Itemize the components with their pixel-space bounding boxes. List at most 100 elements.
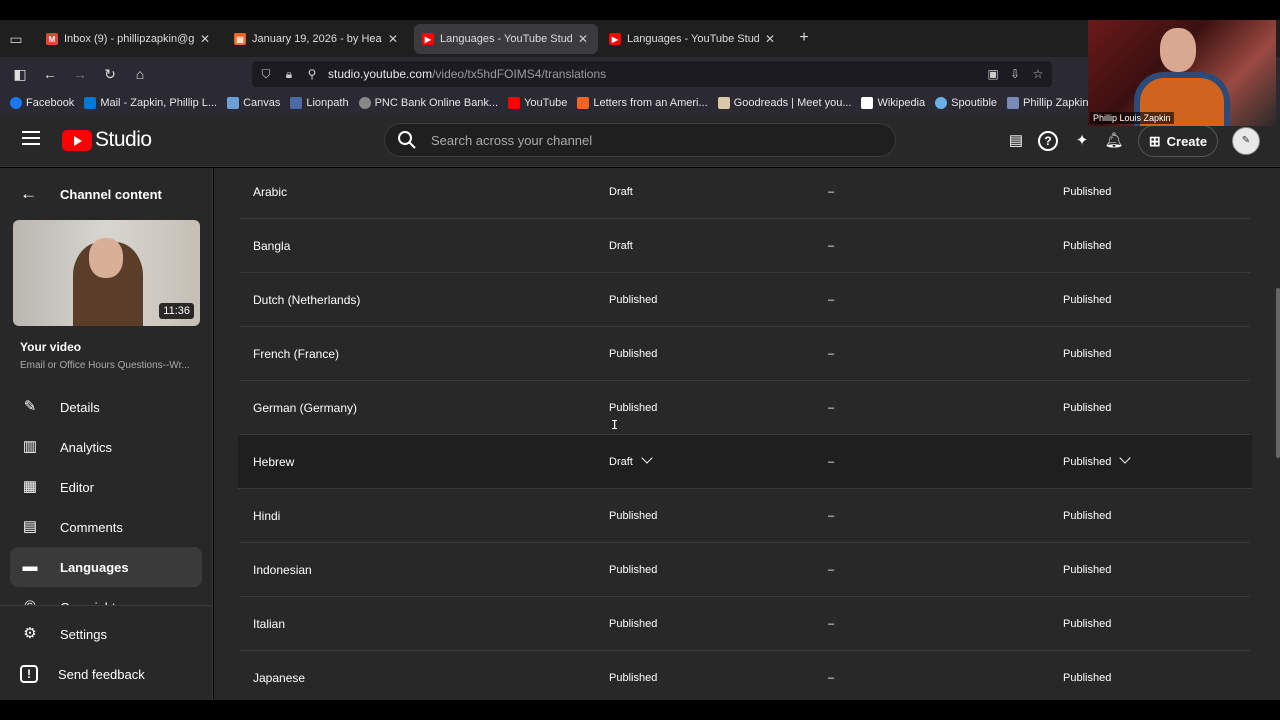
bookmark-spoutible[interactable]: Spoutible [935, 97, 997, 109]
sidebar-item-languages[interactable]: ▬ Languages [10, 547, 202, 587]
goodreads-icon [717, 97, 730, 109]
table-row[interactable]: French (France) Published – Published [240, 327, 1250, 381]
shield-icon[interactable]: ⛉ [257, 65, 275, 83]
browser-tab-gmail[interactable]: M Inbox (9) - phillipzapkin@gmail.c ✕ [38, 24, 220, 54]
help-icon[interactable]: ? [1038, 131, 1058, 151]
feedback-icon: ! [20, 665, 38, 683]
back-arrow-icon[interactable]: ← [40, 64, 60, 84]
bookmark-pnc[interactable]: PNC Bank Online Bank... [358, 97, 499, 109]
table-row[interactable]: Bangla Draft – Published [240, 219, 1250, 273]
status-text: Draft [609, 456, 633, 468]
subtitles-status[interactable]: Published [1063, 489, 1111, 543]
sidebar-item-editor[interactable]: ▦ Editor [10, 467, 202, 507]
title-description-status[interactable]: Published [609, 489, 657, 543]
title-description-status[interactable]: Published [609, 273, 657, 327]
language-name: Dutch (Netherlands) [253, 293, 361, 307]
subtitles-status[interactable]: Published [1063, 219, 1111, 273]
title-description-status[interactable]: Published [609, 543, 657, 597]
title-description-status[interactable]: Published [609, 651, 657, 700]
table-row[interactable]: Dutch (Netherlands) Published – Publishe… [240, 273, 1250, 327]
bookmark-label: Wikipedia [877, 97, 926, 109]
title-description-status[interactable]: Published [609, 597, 657, 651]
permissions-icon[interactable]: ⚲ [303, 65, 321, 83]
notifications-bell-icon[interactable]: 🔔︎ [1103, 130, 1125, 152]
tab-title: January 19, 2026 - by Heather Cox [252, 33, 382, 45]
sidebar-item-analytics[interactable]: ▥ Analytics [10, 427, 202, 467]
messages-icon[interactable]: ▤ [1005, 130, 1027, 152]
table-row[interactable]: Indonesian Published – Published [240, 543, 1250, 597]
subtitles-status[interactable]: Published [1063, 597, 1111, 651]
search-input[interactable]: Search across your channel [384, 123, 896, 157]
new-tab-icon[interactable]: + [795, 29, 813, 47]
url-domain: studio.youtube.com [328, 67, 433, 81]
subtitles-status[interactable]: Published [1063, 435, 1131, 489]
facebook-icon [10, 97, 22, 109]
studio-logo[interactable]: Studio [62, 128, 152, 152]
save-to-pocket-icon[interactable]: ⇩ [1006, 65, 1024, 83]
language-name: Hindi [253, 509, 281, 523]
bookmark-mail[interactable]: Mail - Zapkin, Phillip L... [84, 97, 217, 109]
bookmark-label: Canvas [243, 97, 281, 109]
subtitles-status[interactable]: Published [1063, 327, 1111, 381]
bookmark-label: PNC Bank Online Bank... [374, 97, 499, 109]
close-tab-icon[interactable]: ✕ [386, 32, 400, 46]
bookmark-facebook[interactable]: Facebook [10, 97, 74, 109]
subtitles-status[interactable]: Published [1063, 381, 1111, 435]
hamburger-menu-icon[interactable] [22, 131, 40, 149]
table-row[interactable]: Italian Published – Published [240, 597, 1250, 651]
subtitles-status[interactable]: Published [1063, 168, 1111, 219]
subtitles-status[interactable]: Published [1063, 543, 1111, 597]
mail-icon [84, 97, 97, 109]
bookmark-letters[interactable]: Letters from an Ameri... [577, 97, 708, 109]
title-description-status[interactable]: Draft [609, 435, 653, 489]
subtitles-status[interactable]: Published [1063, 273, 1111, 327]
table-row[interactable]: Arabic Draft – Published [240, 168, 1250, 219]
browser-tab-studio[interactable]: ▶ Languages - YouTube Studio ✕ [601, 24, 785, 54]
tab-list-icon[interactable]: ▭ [6, 29, 26, 49]
browser-tab-studio-active[interactable]: ▶ Languages - YouTube Studio ✕ [414, 24, 598, 54]
video-subtitle[interactable]: Email or Office Hours Questions--Wr... [20, 360, 195, 371]
sidebar-item-comments[interactable]: ▤ Comments [10, 507, 202, 547]
title-description-status[interactable]: Draft [609, 219, 633, 273]
youtube-icon: ▶ [609, 33, 621, 45]
subtitles-status[interactable]: Published [1063, 651, 1111, 700]
create-button[interactable]: ⊞ Create [1138, 125, 1218, 157]
close-tab-icon[interactable]: ✕ [763, 32, 777, 46]
vertical-scrollbar[interactable] [1276, 288, 1280, 458]
sidebar-item-settings[interactable]: ⚙ Settings [10, 614, 202, 654]
sidebar-item-details[interactable]: ✎ Details [10, 387, 202, 427]
channel-avatar[interactable]: ✎ [1232, 127, 1260, 155]
browser-tab-letters[interactable]: ▤ January 19, 2026 - by Heather Cox ✕ [226, 24, 408, 54]
bookmark-goodreads[interactable]: Goodreads | Meet you... [717, 97, 851, 109]
address-bar[interactable]: ⛉ 🔒︎ ⚲ studio.youtube.com/video/tx5hdFOI… [252, 61, 1052, 87]
sparkle-icon[interactable]: ✦ [1071, 130, 1093, 152]
close-tab-icon[interactable]: ✕ [576, 32, 590, 46]
sidebar-item-send-feedback[interactable]: ! Send feedback [10, 654, 202, 694]
bookmark-label: Facebook [26, 97, 75, 109]
table-row-hovered[interactable]: Hebrew Draft – Published [238, 435, 1252, 489]
home-icon[interactable]: ⌂ [130, 64, 150, 84]
table-row[interactable]: Hindi Published – Published [240, 489, 1250, 543]
sidebar-toggle-icon[interactable]: ◧ [10, 64, 30, 84]
reload-icon[interactable]: ↻ [100, 64, 120, 84]
close-tab-icon[interactable]: ✕ [198, 32, 212, 46]
title-description-status[interactable]: Draft [609, 168, 633, 219]
title-description-status[interactable]: Published [609, 327, 657, 381]
webcam-name-label: Phillip Louis Zapkin [1090, 112, 1174, 124]
table-row[interactable]: German (Germany) Published – Published [240, 381, 1250, 435]
wikipedia-icon [861, 97, 874, 109]
pip-icon[interactable]: ▣ [984, 65, 1002, 83]
channel-content-back-link[interactable]: ← Channel content [20, 184, 162, 204]
video-thumbnail[interactable]: 11:36 [13, 220, 200, 326]
lock-icon[interactable]: 🔒︎ [280, 65, 298, 83]
bookmark-youtube[interactable]: YouTube [508, 97, 567, 109]
chevron-down-icon[interactable] [1119, 452, 1131, 464]
forward-arrow-icon[interactable]: → [70, 64, 90, 84]
bookmark-canvas[interactable]: Canvas [227, 97, 280, 109]
bookmark-wikipedia[interactable]: Wikipedia [861, 97, 925, 109]
bookmark-star-icon[interactable]: ☆ [1029, 65, 1047, 83]
bookmark-lionpath[interactable]: Lionpath [290, 97, 349, 109]
table-row[interactable]: Japanese Published – Published [240, 651, 1250, 700]
video-duration: 11:36 [159, 303, 194, 319]
chevron-down-icon[interactable] [641, 452, 653, 464]
